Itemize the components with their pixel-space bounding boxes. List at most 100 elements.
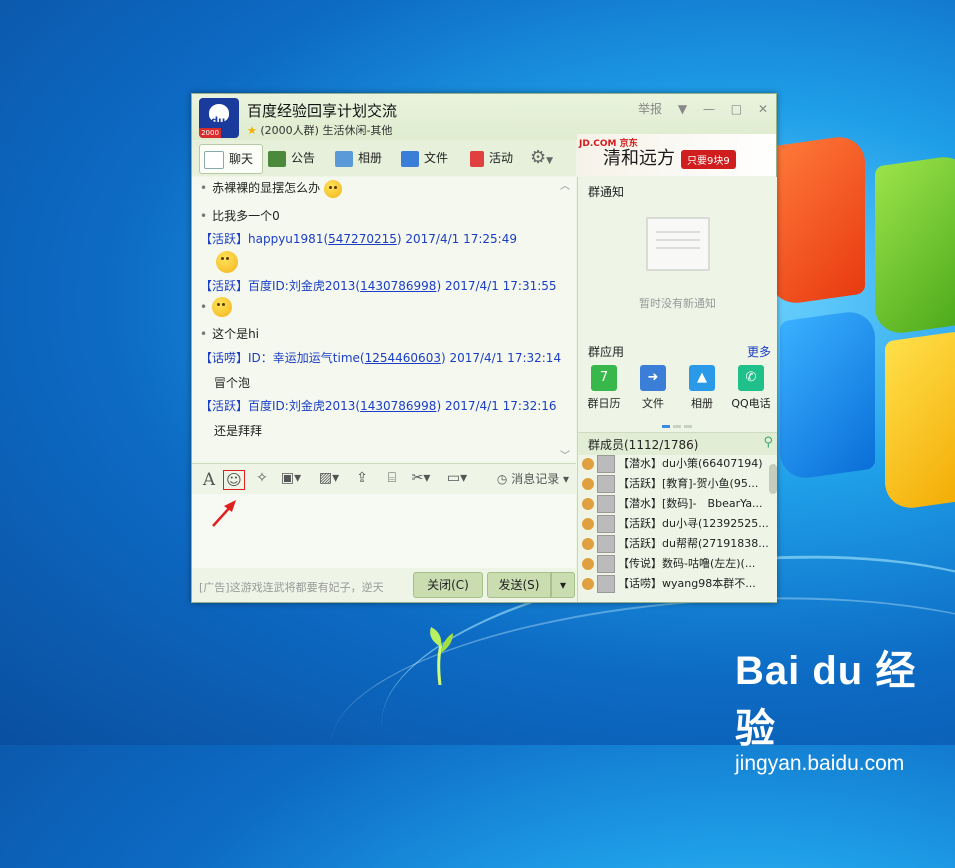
font-icon[interactable]: A — [200, 470, 218, 490]
app-qq-phone[interactable]: ✆ QQ电话 — [727, 365, 775, 411]
message-time: 2017/4/1 17:32:16 — [444, 399, 557, 413]
tab-activity[interactable]: 活动 — [470, 144, 513, 172]
chat-history[interactable]: ︿ • 赤裸裸的显摆怎么办 • 比我多一个0 【活跃】happyu1981(5472… — [192, 177, 576, 462]
sender-name[interactable]: 百度ID:刘金虎2013 — [248, 279, 355, 293]
member-name: 【传说】数码-咕噜(左左)(... — [618, 557, 756, 570]
send-options-dropdown[interactable]: ▾ — [551, 572, 575, 598]
member-name: 【话唠】wyang98本群不... — [618, 577, 756, 590]
message-text: 还是拜拜 — [214, 424, 263, 438]
ad-headline: 清和远方 — [603, 148, 675, 169]
members-header: 群成员(1112/1786) ⚲ — [578, 432, 777, 455]
member-name: 【活跃】[教育]-贺小鱼(95... — [618, 477, 759, 490]
message-body: 比我多一个0 — [212, 209, 280, 223]
app-label: QQ电话 — [731, 397, 771, 410]
member-item[interactable]: 【活跃】[教育]-贺小鱼(95... — [582, 475, 768, 495]
sender-qq-link[interactable]: 547270215 — [328, 232, 397, 246]
message-emoji — [216, 251, 238, 273]
member-item[interactable]: 【活跃】du帮帮(27191838... — [582, 535, 768, 555]
qq-group-chat-window: du 2000 百度经验回享计划交流 ★ (2000人群) 生活休闲-其他 举报 … — [191, 93, 777, 603]
tab-files[interactable]: 文件 — [401, 144, 448, 172]
message-header: 【活跃】happyu1981(547270215) 2017/4/1 17:25… — [200, 232, 517, 246]
member-name: 【潜水】du小策(66407194) — [618, 457, 763, 470]
app-label: 群日历 — [587, 397, 621, 410]
send-button[interactable]: 发送(S) — [487, 572, 551, 598]
group-avatar[interactable]: du 2000 — [199, 98, 239, 138]
member-item[interactable]: 【传说】数码-咕噜(左左)(... — [582, 555, 768, 575]
dropdown-icon[interactable]: ▼ — [678, 102, 687, 116]
message-body: 这个是hi — [212, 327, 260, 341]
member-badge: 【活跃】 — [200, 279, 249, 293]
sender-qq-link[interactable]: 1430786998 — [360, 399, 436, 413]
app-label: 文件 — [642, 397, 664, 410]
member-name: 【活跃】du帮帮(27191838... — [618, 537, 768, 550]
message-header: 【活跃】百度ID:刘金虎2013(1430786998) 2017/4/1 17… — [200, 399, 557, 413]
windows-logo — [770, 133, 955, 560]
close-button[interactable]: 关闭(C) — [413, 572, 483, 598]
flag-icon — [470, 150, 484, 167]
message-history-button[interactable]: ◷ 消息记录 ▾ — [494, 470, 572, 488]
history-label: 消息记录 — [511, 472, 560, 486]
tab-chat[interactable]: 聊天 — [199, 144, 263, 174]
member-item[interactable]: 【活跃】du小寻(12392525... — [582, 515, 768, 535]
jd-ad-banner[interactable]: JD.COM 京东 清和远方 只要9块9 — [577, 134, 776, 176]
input-toolbar: A ☺ ✧ ▣▾ ▨▾ ⇪ ⌸ ✂▾ ▭▾ ◷ 消息记录 ▾ — [192, 463, 576, 494]
minimize-icon[interactable]: — — [703, 102, 715, 116]
upload-icon[interactable]: ⇪ — [352, 470, 372, 488]
tab-announcement[interactable]: 公告 — [268, 144, 315, 172]
clock-icon: ◷ — [496, 472, 508, 486]
red-arrow-annotation — [212, 500, 236, 527]
scroll-up-icon[interactable]: ︿ — [560, 177, 570, 192]
phone-icon: ✆ — [738, 365, 764, 391]
sender-name[interactable]: ID：幸运加运气time — [248, 351, 360, 365]
album-icon: ▲ — [689, 365, 715, 391]
screenshot-scissors-icon[interactable]: ✂▾ — [406, 470, 436, 488]
sprout-icon — [430, 627, 453, 685]
sender-qq-link[interactable]: 1430786998 — [360, 279, 436, 293]
gift-icon[interactable]: ⌸ — [382, 470, 402, 488]
app-files[interactable]: ➜ 文件 — [629, 365, 677, 411]
message-header: 【活跃】百度ID:刘金虎2013(1430786998) 2017/4/1 17… — [200, 279, 557, 293]
confused-emoji-icon — [323, 179, 342, 198]
members-scrollbar[interactable] — [769, 464, 777, 494]
bottom-ad-link[interactable]: [广告]这游戏连武将都要有妃子，逆天 — [199, 579, 384, 595]
folder-icon — [401, 150, 419, 167]
message-input[interactable] — [192, 494, 576, 568]
member-badge: 【活跃】 — [200, 232, 249, 246]
search-icon[interactable]: ⚲ — [763, 435, 773, 450]
emoji-icon[interactable]: ☺ — [223, 470, 245, 490]
chat-icon — [204, 150, 224, 169]
tab-label: 聊天 — [229, 152, 254, 166]
message-body: 赤裸裸的显摆怎么办 — [212, 181, 321, 195]
app-label: 相册 — [691, 397, 713, 410]
more-apps-link[interactable]: 更多 — [747, 343, 771, 360]
tab-bar: 聊天 公告 相册 文件 活动 ⚙▼ — [192, 140, 576, 176]
group-meta-text: (2000人群) 生活休闲-其他 — [260, 124, 393, 137]
calendar-icon: 7 — [591, 365, 617, 391]
image-icon[interactable]: ▨▾ — [314, 470, 344, 488]
member-item[interactable]: 【潜水】du小策(66407194) — [582, 455, 768, 475]
sender-name[interactable]: happyu1981 — [248, 232, 323, 246]
member-item[interactable]: 【话唠】wyang98本群不... — [582, 575, 768, 595]
member-badge: 【活跃】 — [200, 399, 249, 413]
file-icon: ➜ — [640, 365, 666, 391]
close-icon[interactable]: ✕ — [758, 102, 768, 116]
red-packet-icon[interactable]: ▭▾ — [442, 470, 472, 488]
apps-pager[interactable] — [662, 417, 695, 431]
scroll-down-icon[interactable]: ﹀ — [560, 447, 570, 462]
gif-icon[interactable]: ▣▾ — [278, 470, 304, 488]
member-item[interactable]: 【潜水】[数码]- BbearYa... — [582, 495, 768, 515]
sender-name[interactable]: 百度ID:刘金虎2013 — [248, 399, 355, 413]
magic-wand-icon[interactable]: ✧ — [252, 470, 272, 488]
watermark-url: jingyan.baidu.com — [735, 752, 905, 775]
message-text: • 这个是hi — [200, 327, 260, 341]
settings-gear-icon[interactable]: ⚙▼ — [530, 144, 553, 172]
sender-qq-link[interactable]: 1254460603 — [365, 351, 441, 365]
group-name[interactable]: 百度经验回享计划交流 — [247, 100, 397, 121]
app-calendar[interactable]: 7 群日历 — [580, 365, 628, 411]
app-album[interactable]: ▲ 相册 — [678, 365, 726, 411]
group-meta: ★ (2000人群) 生活休闲-其他 — [247, 122, 392, 138]
report-button[interactable]: 举报 — [638, 102, 662, 116]
maximize-icon[interactable]: □ — [731, 102, 742, 116]
tab-album[interactable]: 相册 — [335, 144, 382, 172]
message-emoji: • — [200, 297, 233, 317]
